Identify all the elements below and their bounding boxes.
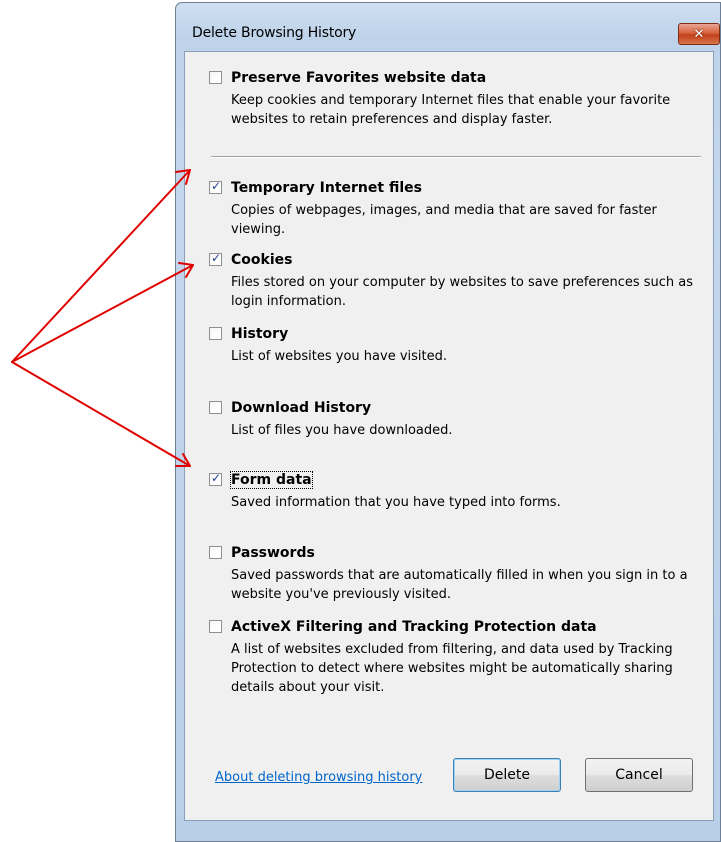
option-description: A list of websites excluded from filteri… bbox=[231, 642, 673, 695]
cancel-button[interactable]: Cancel bbox=[585, 758, 693, 792]
dialog-title: Delete Browsing History bbox=[192, 25, 357, 41]
option-title: ActiveX Filtering and Tracking Protectio… bbox=[231, 619, 597, 635]
about-deleting-history-link[interactable]: About deleting browsing history bbox=[215, 770, 422, 785]
download-history-checkbox[interactable] bbox=[209, 401, 222, 414]
activex-tracking-checkbox[interactable] bbox=[209, 620, 222, 633]
option-title: Download History bbox=[231, 400, 372, 416]
option-description: Keep cookies and temporary Internet file… bbox=[231, 93, 671, 127]
preserve-favorites-checkbox[interactable] bbox=[209, 71, 222, 84]
option-title: Passwords bbox=[231, 545, 315, 561]
option-title: History bbox=[231, 326, 289, 342]
option-description: List of files you have downloaded. bbox=[231, 423, 453, 438]
option-title: Temporary Internet files bbox=[231, 180, 422, 196]
annotation-arrow-line bbox=[11, 264, 194, 363]
history-checkbox[interactable] bbox=[209, 327, 222, 340]
title-bar[interactable]: Delete Browsing History ✕ bbox=[176, 3, 720, 45]
close-icon: ✕ bbox=[693, 26, 705, 42]
option-description: Saved passwords that are automatically f… bbox=[231, 568, 688, 602]
temporary-internet-files-checkbox[interactable] bbox=[209, 179, 222, 194]
option-title: Form data bbox=[230, 471, 313, 489]
option-description: Saved information that you have typed in… bbox=[231, 495, 561, 510]
divider bbox=[211, 156, 701, 158]
close-button[interactable]: ✕ bbox=[678, 23, 720, 45]
form-data-checkbox[interactable] bbox=[209, 471, 222, 486]
delete-button[interactable]: Delete bbox=[453, 758, 561, 792]
option-title: Preserve Favorites website data bbox=[231, 70, 487, 86]
cookies-checkbox[interactable] bbox=[209, 251, 222, 266]
annotation-arrow-line bbox=[11, 361, 191, 467]
delete-browsing-history-dialog: Delete Browsing History ✕ Preserve Favor… bbox=[175, 2, 721, 842]
option-description: Copies of webpages, images, and media th… bbox=[231, 203, 657, 237]
annotation-arrow-line bbox=[11, 169, 191, 363]
option-description: List of websites you have visited. bbox=[231, 349, 448, 364]
passwords-checkbox[interactable] bbox=[209, 546, 222, 559]
dialog-content: Preserve Favorites website data Keep coo… bbox=[184, 51, 714, 821]
option-title: Cookies bbox=[231, 252, 293, 268]
option-description: Files stored on your computer by website… bbox=[231, 275, 694, 309]
